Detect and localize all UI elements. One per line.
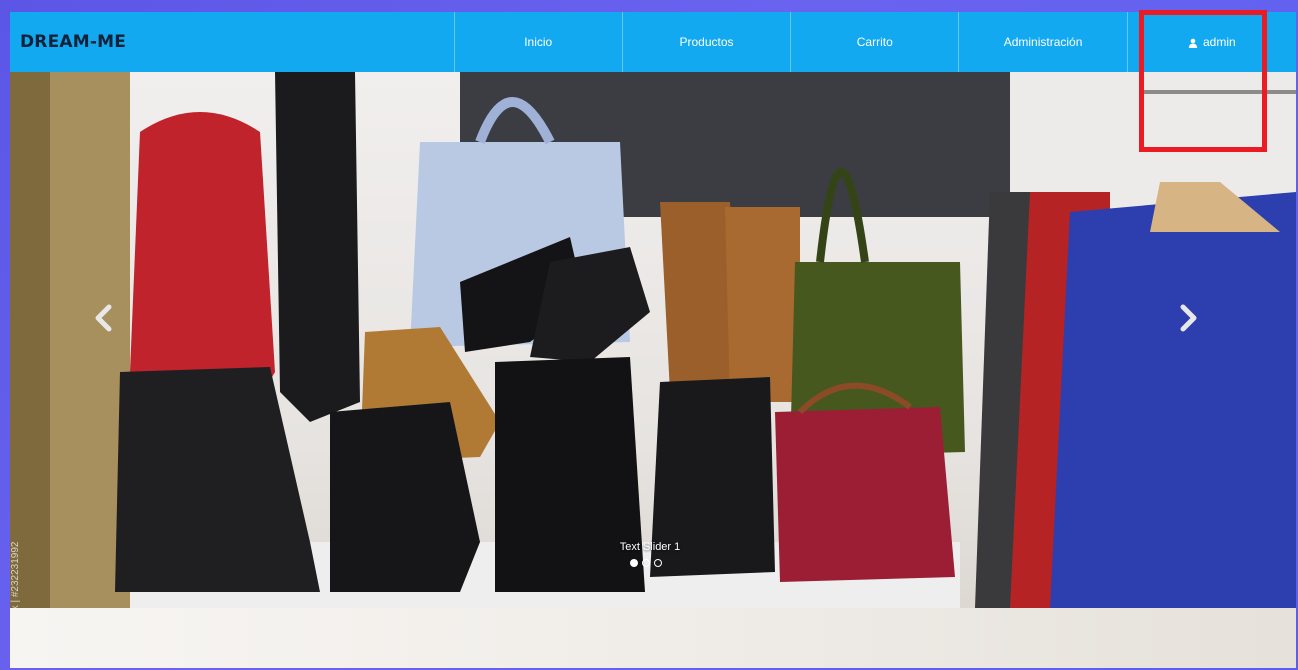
carousel-indicators <box>630 559 662 567</box>
navbar: DREAM-ME Inicio Productos Carrito Admini… <box>10 12 1296 72</box>
hero-carousel: Adobe Stock | #232231992 Text Slider 1 <box>10 72 1296 608</box>
carousel-indicator-3[interactable] <box>654 559 662 567</box>
nav-item-administracion[interactable]: Administración <box>958 12 1126 72</box>
user-label: admin <box>1202 35 1236 49</box>
carousel-indicator-1[interactable] <box>630 559 638 567</box>
nav-item-user[interactable]: admin <box>1126 12 1296 72</box>
chevron-right-icon <box>1180 304 1197 332</box>
carousel-caption: Text Slider 1 <box>619 541 681 553</box>
nav-item-productos[interactable]: Productos <box>621 12 790 72</box>
carousel-prev-button[interactable] <box>94 304 124 344</box>
carousel-slide-image <box>10 72 1296 608</box>
user-icon <box>1188 37 1198 48</box>
nav-item-inicio[interactable]: Inicio <box>453 12 622 72</box>
chevron-left-icon <box>95 304 112 332</box>
below-fold-content <box>10 608 1296 668</box>
nav-item-carrito[interactable]: Carrito <box>790 12 958 72</box>
carousel-indicator-2[interactable] <box>642 559 650 567</box>
brand-logo[interactable]: DREAM-ME <box>10 12 454 72</box>
stock-watermark: Adobe Stock | #232231992 <box>10 541 21 608</box>
carousel-next-button[interactable] <box>1180 304 1210 344</box>
browser-viewport: DREAM-ME Inicio Productos Carrito Admini… <box>10 12 1296 668</box>
